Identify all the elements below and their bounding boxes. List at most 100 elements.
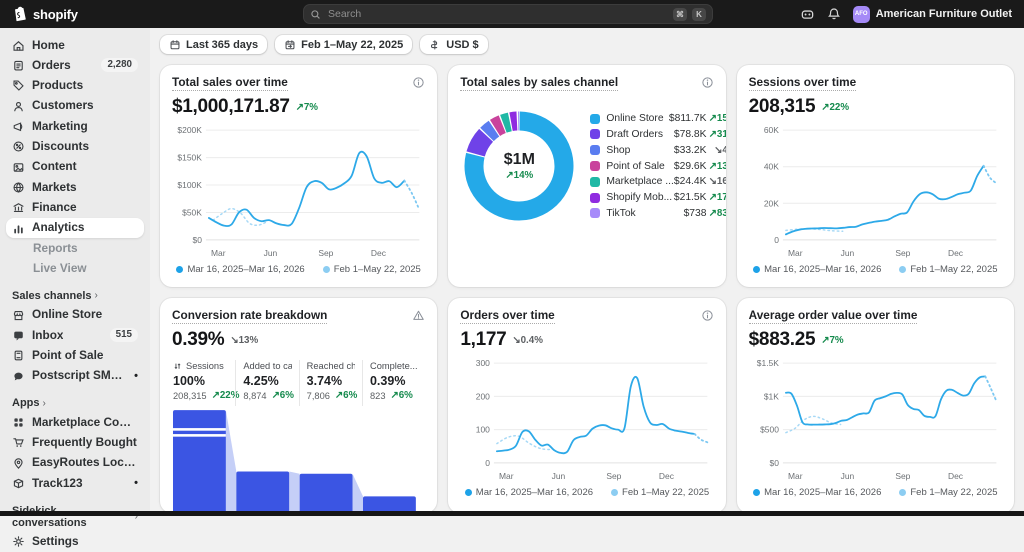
products-icon [12,79,25,92]
info-icon[interactable] [701,76,714,89]
pin-icon [12,457,25,470]
svg-text:Jun: Jun [840,248,854,258]
filter-bar: Last 365 days Feb 1–May 22, 2025 USD $ [160,35,1014,54]
sidebar-item-label: Settings [32,534,79,549]
chart-legend: Mar 16, 2025–Mar 16, 2026 Feb 1–May 22, 2… [460,487,713,498]
sidebar-item-easyroutes-local-delivery[interactable]: EasyRoutes Local Delivery [6,453,144,473]
channel-value: $811.7K [669,113,707,124]
funnel-step-label: Sessions [186,361,224,371]
kbd-cmd: ⌘ [673,8,687,21]
card-total-sales-by-sales-channel: Total sales by sales channel$1M↗14%Onlin… [448,65,725,287]
sidebar-item-orders[interactable]: Orders2,280 [6,55,144,75]
sidekick-icon[interactable] [800,7,815,22]
card-conversion-rate-breakdown: Conversion rate breakdown0.39%↘13%Sessio… [160,298,437,513]
home-icon [12,39,25,52]
filter-pill-label: USD $ [446,39,478,51]
metric-value: 208,315 [749,96,816,118]
chevron-right-icon: › [95,290,98,301]
sidebar-item-label: Orders [32,58,71,73]
info-icon [412,76,425,89]
sidebar-item-track123[interactable]: Track123• [6,473,144,493]
sidebar-item-label: Postscript SMS Marke... [32,368,127,383]
card-title: Total sales by sales channel [460,75,618,91]
sidebar-item-discounts[interactable]: Discounts [6,137,144,157]
sidebar-item-home[interactable]: Home [6,35,144,55]
channel-delta: ↗17% [707,192,726,203]
channel-legend-row: Point of Sale$29.6K↗13% [590,161,725,172]
sidebar-item-point-of-sale[interactable]: Point of Sale [6,346,144,366]
filter-pill-label: Feb 1–May 22, 2025 [301,39,403,51]
section-header-sales-channels[interactable]: Sales channels› [12,290,138,302]
channel-delta: ↘16% [707,176,726,187]
discounts-icon [12,140,25,153]
sidebar-item-label: Track123 [32,476,83,491]
warning-icon[interactable] [412,309,425,322]
bubble-icon [12,370,25,383]
channel-delta: ↗83% [707,208,726,219]
svg-text:Mar: Mar [788,248,803,258]
sidebar-item-settings[interactable]: Settings [6,532,144,552]
store-name: American Furniture Outlet [876,8,1012,20]
legend-label: Mar 16, 2025–Mar 16, 2026 [476,487,593,498]
sidebar-item-inbox[interactable]: Inbox 515 [6,325,144,345]
sidebar-item-analytics[interactable]: Analytics [6,218,144,238]
notifications-bell-icon[interactable] [827,7,841,21]
calendar-icon [169,39,181,51]
legend-dot [323,266,330,273]
kbd-k: K [692,8,706,21]
global-search[interactable]: ⌘ K [303,4,713,24]
chart-area: $1.5K$1K$500$0MarJunSepDec [749,355,1002,482]
account-menu[interactable]: AFO American Furniture Outlet [853,6,1012,23]
markets-icon [12,181,25,194]
svg-text:60K: 60K [764,125,779,135]
sidebar-item-markets[interactable]: Markets [6,177,144,197]
cart-icon [12,436,25,449]
svg-text:$0: $0 [192,235,202,245]
svg-text:0: 0 [486,458,491,468]
legend-previous: Feb 1–May 22, 2025 [611,487,709,498]
item-count-badge: 515 [110,328,138,342]
svg-text:Sep: Sep [895,471,910,481]
info-icon[interactable] [701,309,714,322]
sidebar-item-marketplace-connect[interactable]: Marketplace Connect [6,412,144,432]
svg-text:Dec: Dec [371,248,387,258]
legend-label: Feb 1–May 22, 2025 [334,264,421,275]
donut-total: $1M [504,151,535,169]
svg-text:Dec: Dec [948,471,964,481]
sidebar-item-customers[interactable]: Customers [6,96,144,116]
shopify-logo[interactable]: shopify [12,6,78,22]
funnel-step-delta: ↗6% [335,390,357,401]
filter-pill-1[interactable]: Feb 1–May 22, 2025 [275,35,412,54]
section-header-sidekick-conversations[interactable]: Sidekick conversations› [12,505,138,529]
sidebar-item-label: Analytics [32,220,84,235]
sidebar-item-postscript-sms-marke-[interactable]: Postscript SMS Marke...• [6,366,144,386]
sidebar-item-label: Content [32,159,77,174]
section-header-label: Apps [12,397,40,409]
channel-value: $738 [684,208,707,219]
channel-label: Draft Orders [606,129,663,140]
funnel-step-rate: 0.39% [370,374,418,388]
sidebar-item-frequently-bought[interactable]: Frequently Bought [6,433,144,453]
info-icon[interactable] [412,76,425,89]
legend-label: Mar 16, 2025–Mar 16, 2026 [187,264,304,275]
store-avatar: AFO [853,6,870,23]
filter-pill-0[interactable]: Last 365 days [160,35,267,54]
sidebar-item-live-view[interactable]: Live View [6,259,144,279]
funnel-step-rate: 3.74% [307,374,355,388]
sidebar-item-content[interactable]: Content [6,157,144,177]
orders-icon [12,59,25,72]
search-input[interactable] [326,7,668,21]
sidebar-item-marketing[interactable]: Marketing [6,116,144,136]
metric-delta: ↗7% [296,102,318,113]
funnel-step-headers: Sessions100%208,315↗22%Added to cart4.25… [172,360,425,406]
legend-dot [753,489,760,496]
window-bottom-edge [0,511,1024,516]
sidebar-item-online-store[interactable]: Online Store [6,305,144,325]
svg-text:Jun: Jun [840,471,854,481]
section-header-apps[interactable]: Apps› [12,397,138,409]
sidebar-item-reports[interactable]: Reports [6,238,144,258]
sidebar-item-products[interactable]: Products [6,76,144,96]
sidebar-item-label: Inbox [32,328,63,343]
sidebar-item-finance[interactable]: Finance [6,198,144,218]
filter-pill-2[interactable]: USD $ [420,35,487,54]
